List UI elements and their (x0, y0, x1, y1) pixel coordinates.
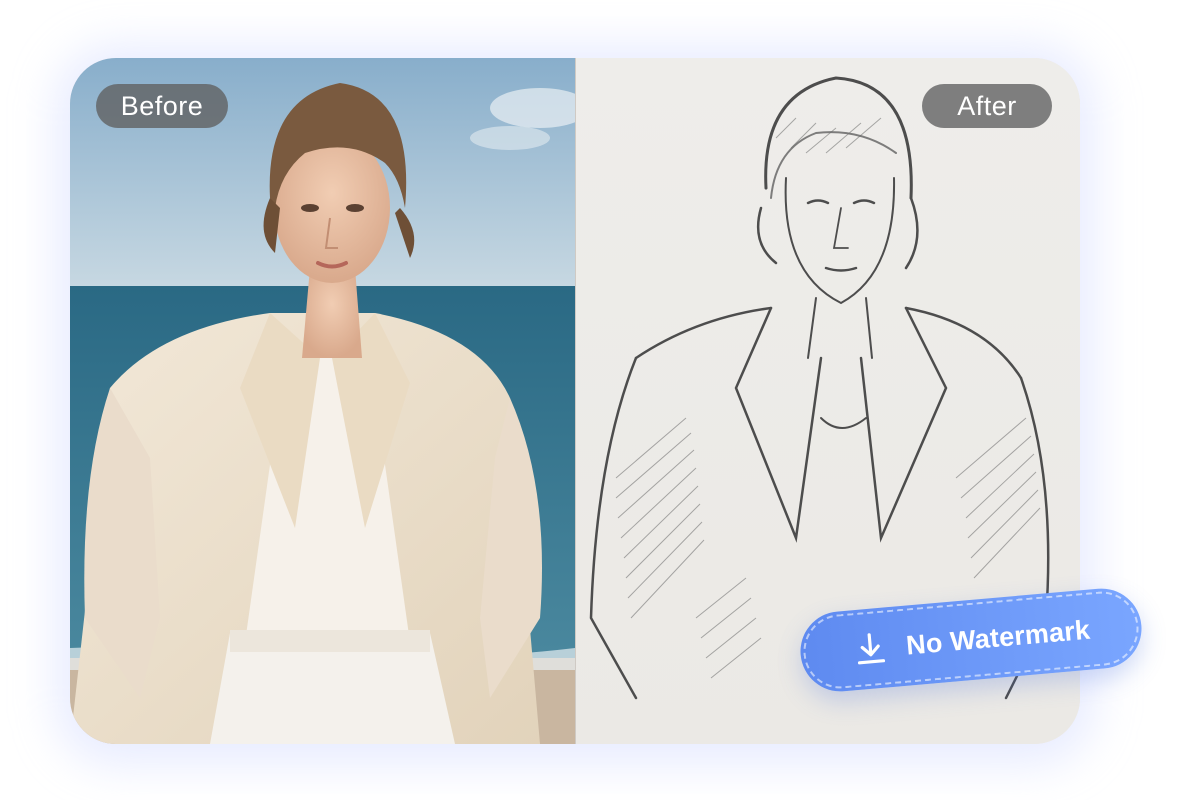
beach-portrait-photo (70, 58, 575, 744)
download-icon (857, 633, 886, 665)
after-label: After (922, 84, 1052, 128)
before-photo-panel: Before (70, 58, 575, 744)
comparison-stage: Before After No Watermark (0, 0, 1200, 800)
no-watermark-label: No Watermark (904, 614, 1092, 661)
before-label: Before (96, 84, 228, 128)
